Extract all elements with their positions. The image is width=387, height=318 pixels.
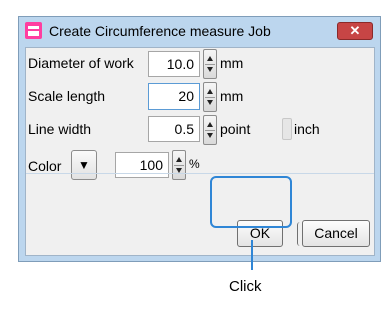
diameter-label: Diameter of work: [28, 55, 134, 71]
spinner-divider: [205, 97, 215, 98]
spinner-divider: [174, 165, 184, 166]
spinner-up-icon[interactable]: [176, 157, 182, 162]
spinner-up-icon[interactable]: [207, 122, 213, 127]
divider: [26, 173, 374, 174]
scale-length-spinner[interactable]: [203, 82, 217, 112]
chevron-down-icon: ▼: [78, 158, 90, 172]
scale-length-label: Scale length: [28, 88, 106, 104]
diameter-input[interactable]: 10.0: [148, 51, 200, 77]
color-percent-spinner[interactable]: [172, 150, 186, 180]
spinner-divider: [205, 64, 215, 65]
line-width-label: Line width: [28, 121, 92, 137]
app-icon: [25, 22, 42, 39]
title-bar[interactable]: Create Circumference measure Job ✕: [19, 17, 380, 45]
ok-highlight-box: [210, 176, 292, 228]
cancel-button[interactable]: Cancel: [302, 220, 370, 247]
color-percent-input[interactable]: 100: [115, 152, 169, 178]
diameter-spinner[interactable]: [203, 49, 217, 79]
spinner-down-icon[interactable]: [207, 133, 213, 138]
callout-line: [251, 240, 253, 270]
close-button[interactable]: ✕: [337, 22, 373, 40]
spinner-up-icon[interactable]: [207, 56, 213, 61]
click-annotation-label: Click: [229, 278, 262, 295]
line-width-spinner[interactable]: [203, 115, 217, 145]
color-label: Color: [28, 158, 62, 174]
spinner-down-icon[interactable]: [207, 100, 213, 105]
line-width-unit-inch[interactable]: inch: [294, 121, 320, 137]
diameter-unit: mm: [220, 55, 244, 71]
line-width-input[interactable]: 0.5: [148, 116, 200, 142]
scale-length-unit: mm: [220, 88, 244, 104]
button-separator: [297, 222, 303, 246]
spinner-divider: [205, 130, 215, 131]
spinner-down-icon[interactable]: [207, 67, 213, 72]
color-dropdown-button[interactable]: ▼: [71, 150, 97, 180]
unit-toggle[interactable]: [282, 118, 292, 140]
close-icon: ✕: [349, 23, 361, 38]
window-title: Create Circumference measure Job: [49, 23, 271, 39]
scale-length-input[interactable]: 20: [148, 83, 200, 110]
spinner-up-icon[interactable]: [207, 89, 213, 94]
line-width-unit-point[interactable]: point: [220, 121, 250, 137]
color-percent-unit: %: [189, 157, 200, 171]
